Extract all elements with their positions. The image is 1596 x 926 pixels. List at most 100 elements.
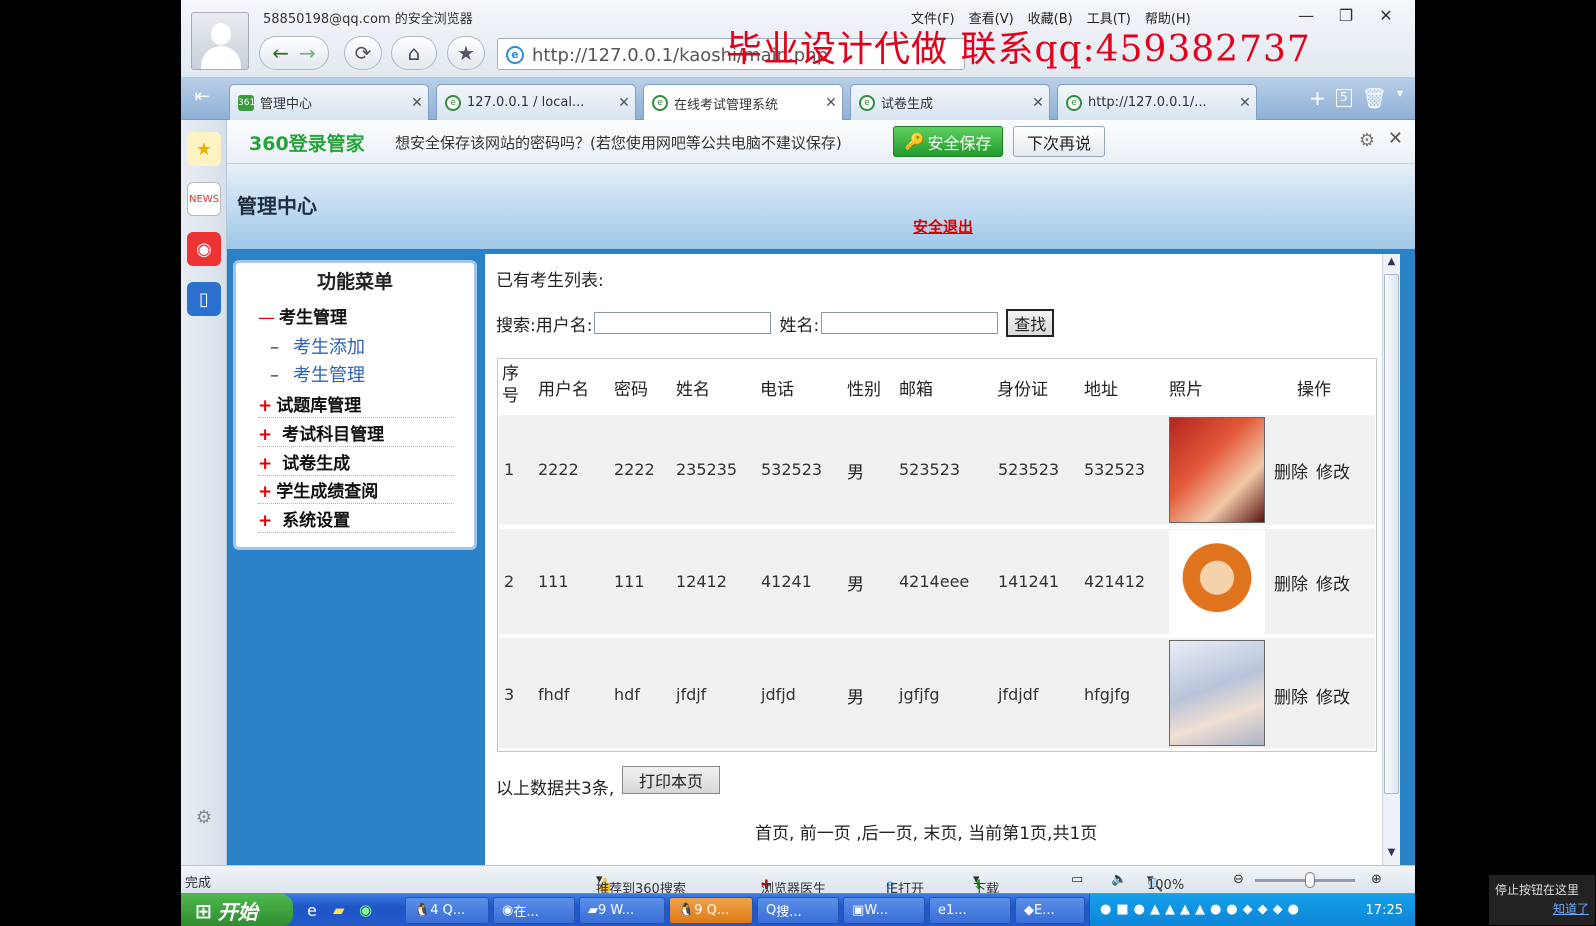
taskbar-item[interactable]: ▣ W... bbox=[843, 897, 925, 924]
menu-student-manage[interactable]: – 考生管理 bbox=[270, 361, 365, 387]
taskbar-item-active[interactable]: 🐧 9 Q... bbox=[669, 897, 753, 924]
print-button[interactable]: 打印本页 bbox=[622, 766, 720, 794]
search-name-input[interactable] bbox=[821, 312, 999, 334]
key-icon: 🔑 bbox=[904, 132, 925, 151]
browser-quicklaunch-icon[interactable]: ◉ bbox=[359, 901, 372, 919]
close-tab-icon[interactable]: ✕ bbox=[1027, 95, 1049, 111]
edit-link[interactable]: 修改 bbox=[1316, 683, 1350, 708]
safe-save-button[interactable]: 🔑 安全保存 bbox=[893, 126, 1003, 157]
ie-icon: e bbox=[445, 94, 461, 111]
chevron-down-icon[interactable]: ▾ bbox=[1397, 86, 1403, 110]
scroll-thumb[interactable] bbox=[1384, 274, 1399, 794]
back-arrow-icon[interactable]: ← bbox=[272, 41, 289, 65]
find-button[interactable]: 查找 bbox=[1006, 309, 1055, 337]
tab-exam-system[interactable]: e 在线考试管理系统 ✕ bbox=[643, 84, 843, 121]
cell-idcard: 523523 bbox=[998, 460, 1060, 479]
close-tab-icon[interactable]: ✕ bbox=[820, 95, 842, 111]
forward-arrow-icon[interactable]: → bbox=[299, 41, 316, 65]
volume-icon[interactable]: 🔈 bbox=[1111, 872, 1127, 887]
close-tab-icon[interactable]: ✕ bbox=[406, 95, 428, 111]
zoom-slider-knob[interactable] bbox=[1305, 872, 1315, 888]
windows-logo-icon: ⊞ bbox=[195, 898, 212, 923]
menu-settings[interactable]: + 系统设置 bbox=[258, 506, 454, 533]
cell-address: 532523 bbox=[1084, 460, 1146, 479]
taskbar-item[interactable]: ◉ 在... bbox=[493, 897, 575, 924]
back-forward-button[interactable]: ← → bbox=[259, 36, 329, 70]
close-icon[interactable]: ✕ bbox=[1367, 2, 1405, 28]
tab-back-icon[interactable]: ⇤ bbox=[187, 86, 217, 110]
close-tab-icon[interactable]: ✕ bbox=[613, 95, 635, 111]
cell-password: hdf bbox=[614, 685, 640, 704]
home-button[interactable]: ⌂ bbox=[391, 36, 437, 70]
ie-icon: e bbox=[938, 903, 946, 918]
weibo-icon[interactable]: ◉ bbox=[187, 232, 221, 266]
menu-subjects[interactable]: + 考试科目管理 bbox=[258, 420, 454, 447]
cell-gender: 男 bbox=[847, 575, 864, 595]
tray-icons[interactable]: ●■●▲▲▲▲●●◆◆◆● bbox=[1100, 902, 1304, 917]
later-button[interactable]: 下次再说 bbox=[1013, 126, 1105, 157]
screen-icon[interactable]: ▭ bbox=[1071, 872, 1083, 887]
user-avatar[interactable] bbox=[191, 12, 249, 70]
mobile-icon[interactable]: ▯ bbox=[187, 282, 221, 316]
clock: 17:25 bbox=[1365, 903, 1403, 918]
trash-icon[interactable]: 🗑 bbox=[1362, 86, 1387, 110]
cell-index: 3 bbox=[504, 685, 515, 704]
scroll-down-icon[interactable]: ▼ bbox=[1384, 847, 1399, 863]
search-username-input[interactable] bbox=[594, 312, 772, 334]
edit-link[interactable]: 修改 bbox=[1316, 458, 1350, 483]
menu-paper-gen[interactable]: + 试卷生成 bbox=[258, 449, 454, 476]
delete-link[interactable]: 删除 bbox=[1274, 570, 1308, 595]
favorite-button[interactable]: ★ bbox=[447, 36, 485, 70]
menu-student-add[interactable]: – 考生添加 bbox=[270, 333, 365, 359]
taskbar-item[interactable]: e 1... bbox=[929, 897, 1011, 924]
pagination[interactable]: 首页, 前一页 ,后一页, 末页, 当前第1页,共1页 bbox=[755, 819, 1097, 844]
tab-http[interactable]: e http://127.0.0.1/... ✕ bbox=[1057, 84, 1257, 120]
favorites-star-icon[interactable]: ★ bbox=[187, 132, 221, 166]
scroll-up-icon[interactable]: ▲ bbox=[1384, 256, 1399, 272]
logout-link[interactable]: 安全退出 bbox=[913, 216, 973, 237]
taskbar-item[interactable]: ▰ 9 W... bbox=[579, 897, 665, 924]
zoom-out-icon[interactable]: ⊖ bbox=[1233, 872, 1244, 887]
close-icon[interactable]: ✕ bbox=[1388, 128, 1403, 149]
taskbar-item[interactable]: Q 搜... bbox=[757, 897, 839, 924]
new-tab-icon[interactable]: + bbox=[1309, 86, 1326, 110]
tab-local[interactable]: e 127.0.0.1 / local... ✕ bbox=[436, 84, 636, 120]
menu-scores[interactable]: + 学生成绩查阅 bbox=[258, 477, 454, 504]
menu-group-student[interactable]: — 考生管理 bbox=[258, 303, 454, 330]
zoom-in-icon[interactable]: ⊕ bbox=[1371, 872, 1382, 887]
settings-gear-icon[interactable]: ⚙ bbox=[187, 800, 221, 834]
taskbar-item[interactable]: ◆ E... bbox=[1015, 897, 1085, 924]
refresh-button[interactable]: ⟳ bbox=[344, 36, 382, 70]
cell-name: 235235 bbox=[676, 460, 738, 479]
recommend-360-button[interactable]: 👍 推荐到360搜索 ▾ bbox=[596, 872, 686, 897]
cell-email: jgfjfg bbox=[899, 685, 940, 704]
ie-icon: e bbox=[859, 94, 875, 111]
tab-paper-gen[interactable]: e 试卷生成 ✕ bbox=[850, 84, 1050, 120]
delete-link[interactable]: 删除 bbox=[1274, 683, 1308, 708]
download-button[interactable]: ⬇ 下载 ▾ bbox=[973, 872, 999, 897]
edit-link[interactable]: 修改 bbox=[1316, 570, 1350, 595]
computer-icon: ▣ bbox=[852, 903, 865, 918]
tab-management[interactable]: 361 管理中心 ✕ bbox=[229, 84, 429, 120]
minus-icon: — bbox=[258, 308, 275, 328]
close-tab-icon[interactable]: ✕ bbox=[1234, 95, 1256, 111]
col-index: 序号 bbox=[502, 364, 519, 406]
list-title: 已有考生列表: bbox=[496, 271, 604, 291]
gear-icon[interactable]: ⚙ bbox=[1359, 130, 1375, 151]
tab-list-icon[interactable]: 5 bbox=[1335, 89, 1352, 107]
menu-question-bank[interactable]: + 试题库管理 bbox=[258, 391, 454, 418]
taskbar-item[interactable]: 🐧 4 Q... bbox=[405, 897, 489, 924]
vertical-scrollbar[interactable]: ▲ ▼ bbox=[1382, 254, 1400, 865]
ie-quicklaunch-icon[interactable]: e bbox=[307, 901, 317, 920]
function-menu: 功能菜单 — 考生管理 – 考生添加 – 考生管理 + 试题库管理 + 考试科目管理 +… bbox=[233, 260, 477, 550]
folder-quicklaunch-icon[interactable]: ▰ bbox=[333, 901, 345, 919]
delete-link[interactable]: 删除 bbox=[1274, 458, 1308, 483]
zoom-control[interactable]: 🔍 100% ▾ bbox=[1147, 872, 1184, 893]
start-button[interactable]: ⊞ 开始 bbox=[181, 894, 293, 926]
got-it-link[interactable]: 知道了 bbox=[1495, 900, 1589, 919]
browser-sidebar: ★ NEWS ◉ ▯ ⚙ bbox=[181, 120, 227, 865]
browser-icon: ◉ bbox=[502, 903, 514, 918]
news-icon[interactable]: NEWS bbox=[187, 182, 221, 216]
restore-icon[interactable]: ❐ bbox=[1327, 2, 1365, 28]
cell-password: 111 bbox=[614, 572, 645, 591]
